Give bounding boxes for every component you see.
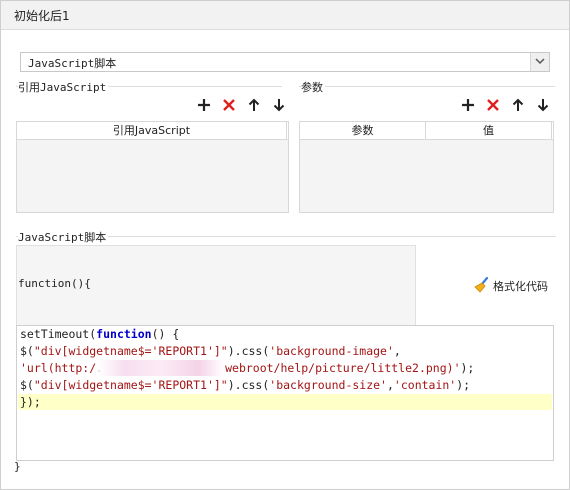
params-move-up-button[interactable] [509,96,527,114]
ref-js-add-button[interactable] [195,96,213,114]
script-label: JavaScript脚本 [18,229,109,245]
code-line-4: $("div[widgetname$='REPORT1']").css('bac… [20,378,471,392]
arrow-up-icon [512,98,524,111]
redacted-region [99,360,224,376]
ref-js-move-up-button[interactable] [245,96,263,114]
ref-js-table[interactable]: 引用JavaScript [16,121,289,213]
params-table[interactable]: 参数 值 [299,121,554,213]
plus-icon [462,99,474,111]
function-close: } [14,460,21,473]
value-column-header[interactable]: 值 [426,122,552,139]
params-label: 参数 [301,79,325,95]
code-line-3: 'url(http:/. webroot/help/picture/little2… [20,361,475,375]
params-move-down-button[interactable] [534,96,552,114]
param-column-header[interactable]: 参数 [300,122,426,139]
arrow-down-icon [537,99,549,112]
format-code-label: 格式化代码 [493,280,548,293]
code-editor[interactable]: setTimeout(function() { $("div[widgetnam… [16,325,554,461]
params-table-header: 参数 值 [300,122,553,140]
delete-icon [223,99,235,111]
arrow-down-icon [273,99,285,112]
dropdown-button[interactable] [530,53,549,71]
params-delete-button[interactable] [484,96,502,114]
delete-icon [487,99,499,111]
code-line-1: setTimeout(function() { [20,327,180,341]
chevron-down-icon [535,58,545,65]
function-open: function(){ [18,277,91,290]
plus-icon [198,99,210,111]
ref-js-label: 引用JavaScript [18,79,109,95]
arrow-up-icon [248,98,260,111]
script-type-value: JavaScript脚本 [28,57,117,70]
ref-js-delete-button[interactable] [220,96,238,114]
title-bar: 初始化后1 [1,1,569,30]
params-divider [299,86,555,87]
window-title: 初始化后1 [14,9,70,23]
current-line-highlight [18,394,552,410]
ref-js-table-header: 引用JavaScript [17,122,288,140]
ref-js-column-header[interactable]: 引用JavaScript [17,122,287,139]
broom-icon [474,276,489,293]
ref-js-move-down-button[interactable] [270,96,288,114]
params-add-button[interactable] [459,96,477,114]
code-line-5: }); [20,395,41,409]
script-type-select[interactable]: JavaScript脚本 [20,52,550,72]
code-line-2: $("div[widgetname$='REPORT1']").css('bac… [20,344,401,358]
